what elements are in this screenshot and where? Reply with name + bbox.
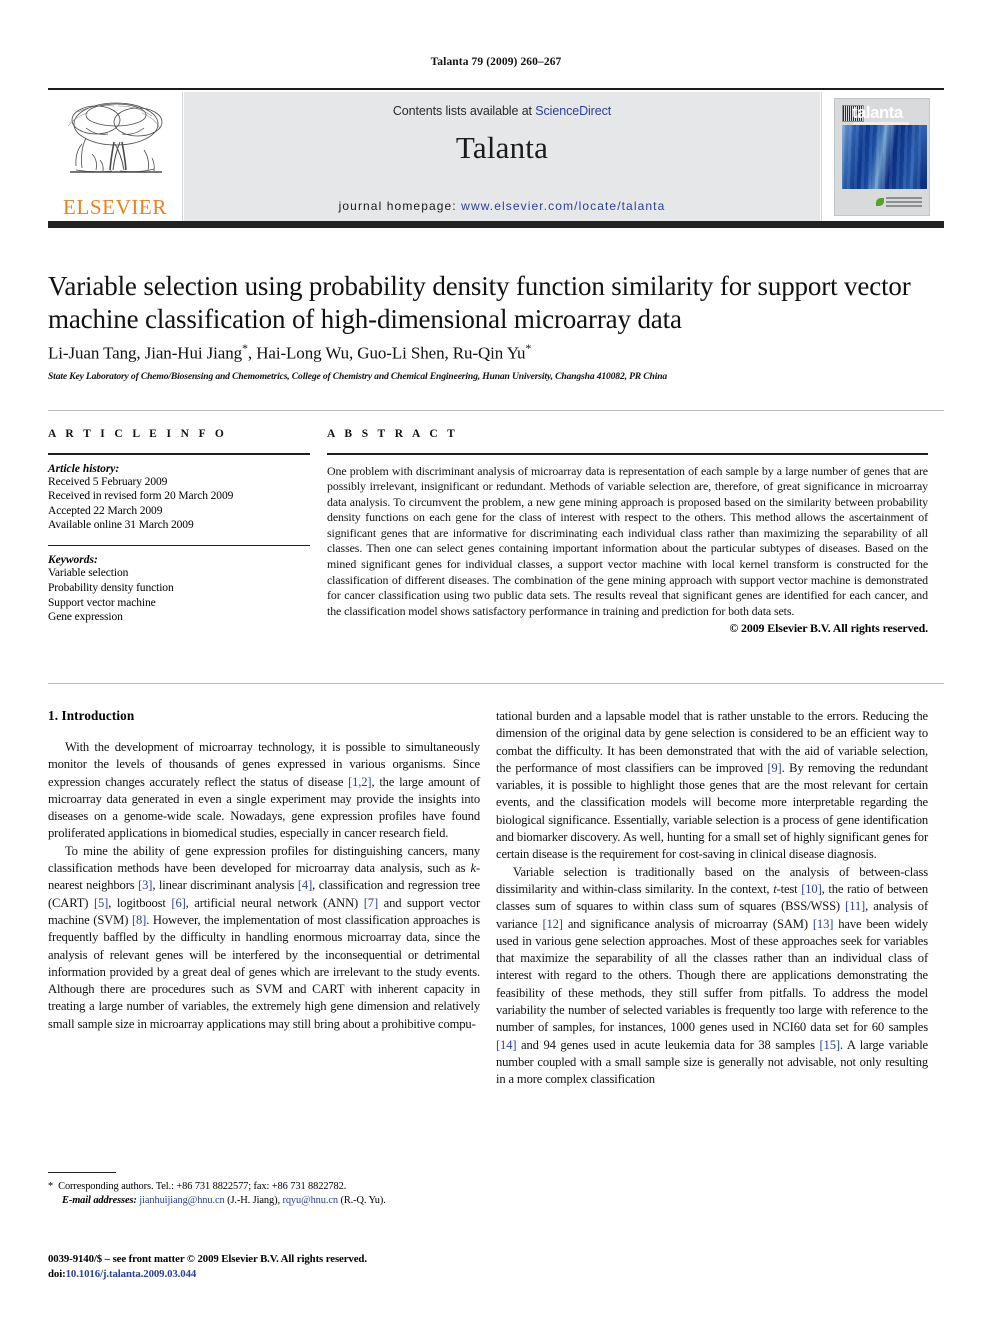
contents-available-line: Contents lists available at ScienceDirec… — [184, 104, 820, 118]
journal-masthead: ELSEVIER Contents lists available at Sci… — [48, 88, 944, 224]
corresponding-author-text: Corresponding authors. Tel.: +86 731 882… — [58, 1181, 347, 1192]
citation-link[interactable]: [1,2] — [348, 775, 372, 789]
citation-link[interactable]: [6] — [171, 896, 185, 910]
keyword-item: Support vector machine — [48, 596, 156, 609]
citation-link[interactable]: [10] — [801, 882, 822, 896]
info-section-bottom-rule — [48, 683, 944, 684]
cover-footer-line — [886, 197, 922, 199]
citation-link[interactable]: [3] — [138, 878, 152, 892]
email-link-1[interactable]: jianhuijiang@hnu.cn — [139, 1195, 224, 1206]
journal-cover-thumbnail: talanta — [821, 92, 944, 224]
abstract-text: One problem with discriminant analysis o… — [327, 463, 928, 618]
italic-term: t — [773, 881, 777, 896]
keywords-label: Keywords: — [48, 554, 98, 567]
article-history-item: Accepted 22 March 2009 — [48, 504, 163, 517]
email-owner-2: (R.-Q. Yu). — [340, 1195, 386, 1206]
article-info-rule — [48, 453, 310, 455]
homepage-url-link[interactable]: www.elsevier.com/locate/talanta — [461, 199, 665, 213]
abstract-rule — [327, 453, 928, 455]
cover-journal-title: talanta — [852, 103, 903, 122]
section-heading-introduction: 1. Introduction — [48, 708, 135, 723]
article-info-heading: A R T I C L E I N F O — [48, 428, 228, 440]
body-paragraph: tational burden and a lapsable model tha… — [496, 709, 928, 862]
email-link-2[interactable]: rqyu@hnu.cn — [282, 1195, 338, 1206]
citation-link[interactable]: [11] — [845, 899, 865, 913]
citation-link[interactable]: [8] — [132, 913, 146, 927]
body-column-left: 1. Introduction With the development of … — [48, 708, 480, 1033]
cover-footer-line — [886, 205, 922, 207]
doi-label: doi: — [48, 1267, 66, 1280]
abstract-copyright: © 2009 Elsevier B.V. All rights reserved… — [729, 621, 928, 636]
journal-homepage-line: journal homepage: www.elsevier.com/locat… — [184, 199, 820, 213]
citation-link[interactable]: [7] — [364, 896, 378, 910]
right-paragraphs: tational burden and a lapsable model tha… — [496, 708, 928, 1089]
citation-link[interactable]: [4] — [298, 878, 312, 892]
citation-link[interactable]: [13] — [813, 917, 834, 931]
doi-line: doi:10.1016/j.talanta.2009.03.044 — [48, 1267, 480, 1282]
running-head: Talanta 79 (2009) 260–267 — [430, 56, 562, 68]
cover-footer-line — [886, 201, 922, 203]
citation-link[interactable]: [12] — [542, 917, 563, 931]
page-title: Variable selection using probability den… — [48, 271, 911, 334]
elsevier-wordmark: ELSEVIER — [63, 195, 167, 219]
left-paragraphs: With the development of microarray techn… — [48, 739, 480, 1033]
email-owner-1: (J.-H. Jiang), — [227, 1195, 280, 1206]
leaf-icon — [876, 198, 884, 206]
keyword-item: Probability density function — [48, 581, 174, 594]
keywords-rule — [48, 544, 310, 547]
masthead-centre: Contents lists available at ScienceDirec… — [183, 92, 821, 224]
body-column-right: tational burden and a lapsable model tha… — [496, 708, 928, 1089]
affiliation: State Key Laboratory of Chemo/Biosensing… — [48, 371, 668, 382]
email-label: E-mail addresses: — [62, 1195, 137, 1206]
info-section-top-rule — [48, 410, 944, 411]
paper-page: Talanta 79 (2009) 260–267 ELSEVIER Conte… — [0, 0, 992, 1323]
corresponding-author-marker: * — [242, 341, 248, 355]
cover-spine — [921, 125, 927, 189]
journal-title: Talanta — [455, 130, 549, 165]
issn-line: 0039-9140/$ – see front matter © 2009 El… — [48, 1253, 367, 1265]
masthead-bottom-rule — [48, 221, 944, 228]
italic-term: k — [470, 861, 477, 876]
cover-artwork — [842, 125, 924, 189]
citation-link[interactable]: [5] — [94, 896, 108, 910]
article-history-item: Received 5 February 2009 — [48, 475, 168, 488]
homepage-label: journal homepage: — [338, 199, 457, 213]
asterisk-icon: * — [48, 1181, 54, 1192]
cover-footer-mark — [876, 197, 922, 209]
footnote-rule — [48, 1172, 116, 1173]
footnote-block: * Corresponding authors. Tel.: +86 731 88… — [48, 1180, 480, 1208]
abstract-column: A B S T R A C T One problem with discrim… — [327, 428, 928, 636]
elsevier-tree-icon — [67, 102, 163, 173]
email-note: E-mail addresses: jianhuijiang@hnu.cn (J… — [48, 1194, 480, 1208]
keyword-item: Variable selection — [48, 567, 129, 580]
sciencedirect-link[interactable]: ScienceDirect — [535, 104, 611, 118]
corresponding-author-note: * Corresponding authors. Tel.: +86 731 88… — [48, 1180, 480, 1194]
keyword-item: Gene expression — [48, 611, 123, 624]
citation-link[interactable]: [14] — [496, 1038, 517, 1052]
cover-subtitle-bar — [853, 122, 909, 125]
article-history-item: Available online 31 March 2009 — [48, 519, 194, 532]
author-list: Li-Juan Tang, Jian-Hui Jiang*, Hai-Long … — [48, 341, 532, 363]
article-history-label: Article history: — [48, 462, 120, 475]
citation-link[interactable]: [15] — [820, 1038, 841, 1052]
doi-link[interactable]: 10.1016/j.talanta.2009.03.044 — [66, 1268, 197, 1280]
body-paragraph: To mine the ability of gene expression p… — [48, 843, 480, 1031]
article-history-item: Received in revised form 20 March 2009 — [48, 490, 234, 503]
body-paragraph: With the development of microarray techn… — [48, 740, 480, 841]
citation-link[interactable]: [9] — [767, 761, 781, 775]
elsevier-logo: ELSEVIER — [48, 92, 183, 224]
abstract-heading: A B S T R A C T — [327, 428, 459, 440]
cover-card: talanta — [834, 98, 930, 216]
article-info-column: A R T I C L E I N F O Article history: R… — [48, 428, 310, 625]
issn-copyright-block: 0039-9140/$ – see front matter © 2009 El… — [48, 1252, 480, 1281]
keywords-list: Variable selection Probability density fu… — [48, 566, 310, 624]
corresponding-author-marker: * — [525, 341, 532, 355]
body-paragraph: Variable selection is traditionally base… — [496, 864, 928, 1087]
article-history-list: Received 5 February 2009 Received in revi… — [48, 475, 310, 533]
contents-prefix: Contents lists available at — [392, 104, 536, 118]
